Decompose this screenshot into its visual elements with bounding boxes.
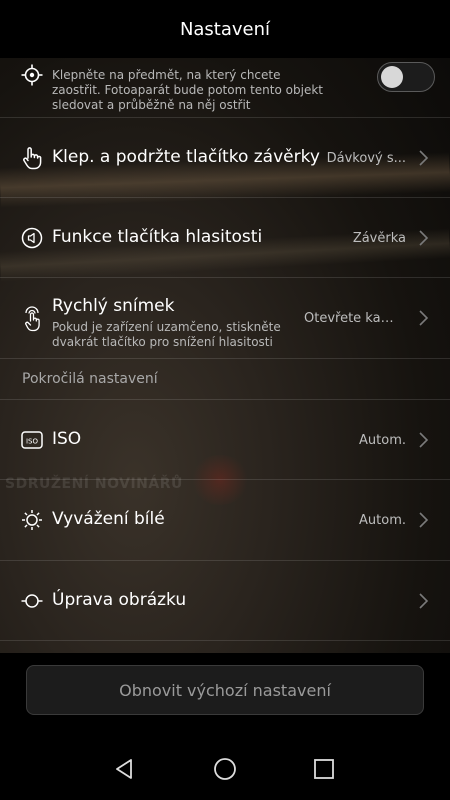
- setting-row-shutter-hold-label: Klep. a podržte tlačítko závěrky: [52, 147, 320, 167]
- section-title-advanced: Pokročilá nastavení: [22, 371, 158, 387]
- hand-tap-icon: [21, 147, 43, 170]
- page-title: Nastavení: [179, 18, 271, 40]
- reset-defaults-button[interactable]: Obnovit výchozí nastavení: [26, 665, 424, 715]
- setting-row-object-tracking[interactable]: Klepněte na předmět, na který chcete zao…: [0, 58, 450, 118]
- setting-row-object-tracking-description: Klepněte na předmět, na který chcete zao…: [52, 68, 323, 112]
- setting-row-iso[interactable]: ISO ISO Autom.: [0, 400, 450, 480]
- chevron-right-icon: [419, 230, 429, 246]
- iso-icon: ISO: [21, 429, 43, 451]
- setting-row-quick-snapshot-value: Otevřete kamer...: [304, 311, 406, 326]
- setting-row-quick-snapshot-label: Rychlý snímek: [52, 296, 175, 316]
- speaker-icon: [21, 227, 43, 249]
- focus-target-icon: [21, 64, 43, 86]
- setting-row-white-balance-label: Vyvážení bílé: [52, 509, 165, 529]
- chevron-right-icon: [419, 310, 429, 326]
- home-icon[interactable]: [211, 755, 239, 783]
- back-icon[interactable]: [111, 755, 139, 783]
- setting-row-shutter-hold-value: Dávkový s...: [326, 151, 406, 166]
- setting-row-image-adjustment-label: Úprava obrázku: [52, 590, 187, 610]
- settings-list[interactable]: Klepněte na předmět, na který chcete zao…: [0, 58, 450, 641]
- object-tracking-toggle[interactable]: [377, 62, 435, 92]
- setting-row-quick-snapshot-description: Pokud je zařízení uzamčeno, stiskněte dv…: [52, 320, 281, 349]
- setting-row-volume-key[interactable]: Funkce tlačítka hlasitosti Závěrka: [0, 198, 450, 278]
- setting-row-white-balance-value: Autom.: [359, 513, 406, 528]
- setting-row-iso-value: Autom.: [359, 433, 406, 448]
- setting-row-iso-label: ISO: [52, 429, 82, 449]
- section-header-advanced: Pokročilá nastavení: [0, 359, 450, 400]
- footer-area: Obnovit výchozí nastavení: [0, 653, 450, 800]
- header-bar: Nastavení: [0, 0, 450, 58]
- setting-row-white-balance[interactable]: Vyvážení bílé Autom.: [0, 480, 450, 561]
- system-navigation-bar: [0, 749, 450, 789]
- chevron-right-icon: [419, 150, 429, 166]
- chevron-right-icon: [419, 593, 429, 609]
- setting-row-quick-snapshot[interactable]: Rychlý snímek Pokud je zařízení uzamčeno…: [0, 278, 450, 359]
- svg-text:ISO: ISO: [26, 438, 39, 446]
- image-adjust-icon: [21, 590, 43, 612]
- quick-snapshot-icon: [21, 306, 43, 332]
- setting-row-image-adjustment[interactable]: Úprava obrázku: [0, 561, 450, 641]
- recents-icon[interactable]: [310, 755, 338, 783]
- setting-row-volume-key-label: Funkce tlačítka hlasitosti: [52, 227, 263, 247]
- toggle-knob: [381, 66, 403, 88]
- white-balance-icon: [21, 509, 43, 531]
- chevron-right-icon: [419, 432, 429, 448]
- setting-row-shutter-hold[interactable]: Klep. a podržte tlačítko závěrky Dávkový…: [0, 118, 450, 198]
- setting-row-volume-key-value: Závěrka: [352, 231, 406, 246]
- chevron-right-icon: [419, 512, 429, 528]
